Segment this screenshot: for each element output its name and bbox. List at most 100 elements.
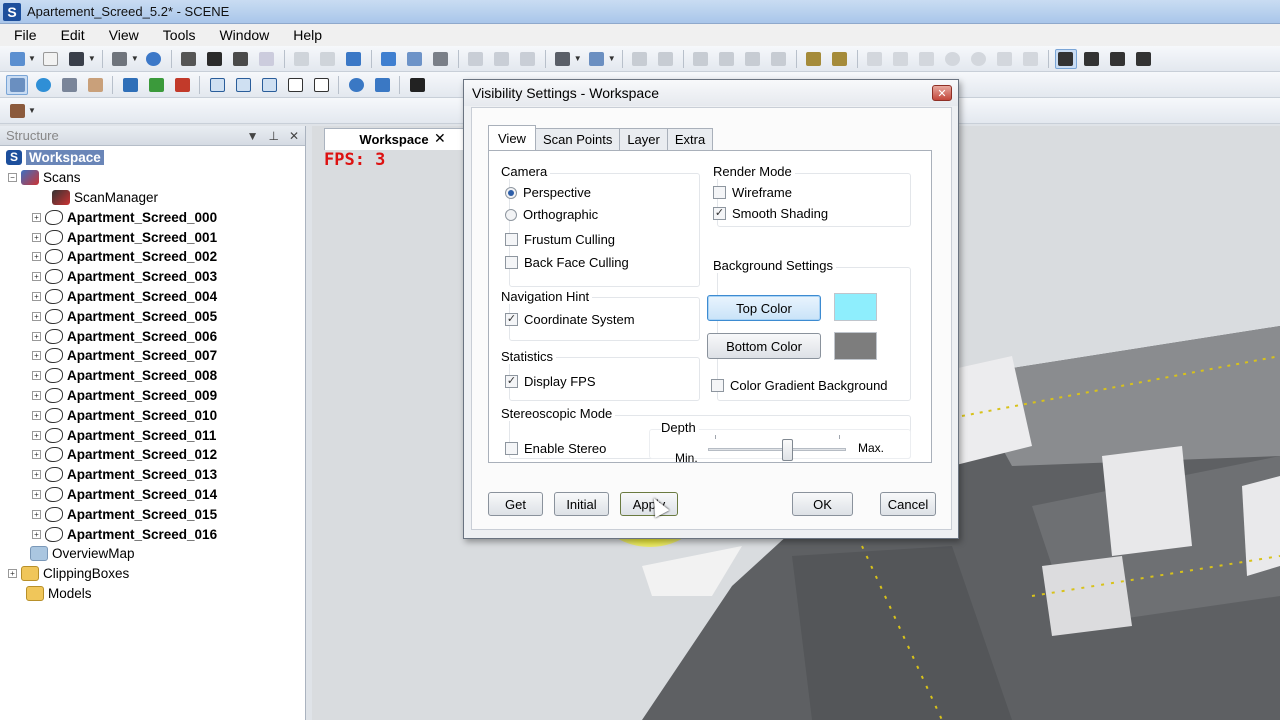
open-icon[interactable] (40, 49, 62, 69)
get-button[interactable]: Get (488, 492, 543, 516)
view-mode-icon[interactable] (552, 49, 574, 69)
frustum-culling-checkbox[interactable]: Frustum Culling (505, 232, 615, 247)
expand-icon[interactable]: + (32, 311, 41, 321)
tree-item-models[interactable]: Models (0, 584, 305, 604)
tree-item-scan[interactable]: + Apartment_Screed_007 (0, 346, 305, 366)
checkbox-icon[interactable] (713, 186, 726, 199)
properties-icon[interactable] (404, 49, 426, 69)
checkbox-icon[interactable] (505, 233, 518, 246)
settings-dropdown-icon[interactable]: ▼ (28, 106, 36, 115)
copy-icon[interactable] (291, 49, 313, 69)
depth-slider-track[interactable] (708, 448, 846, 451)
tree-item-scan[interactable]: + Apartment_Screed_015 (0, 504, 305, 524)
save-dropdown-icon[interactable]: ▼ (88, 54, 96, 63)
enable-stereo-checkbox[interactable]: Enable Stereo (505, 441, 606, 456)
grid-icon[interactable] (256, 49, 278, 69)
zoom-dropdown-icon[interactable]: ▼ (608, 54, 616, 63)
arrow-red-icon[interactable] (171, 75, 193, 95)
panel-menu-icon[interactable]: ▼ (247, 129, 259, 143)
initial-button[interactable]: Initial (554, 492, 609, 516)
list-icon[interactable] (829, 49, 851, 69)
tree-item-scan[interactable]: + Apartment_Screed_013 (0, 465, 305, 485)
bottom-color-swatch[interactable] (834, 332, 877, 360)
freehand-select-icon[interactable] (994, 49, 1016, 69)
checkbox-icon[interactable]: ✓ (713, 207, 726, 220)
fit-view-icon[interactable] (406, 75, 428, 95)
expand-icon[interactable]: + (32, 529, 41, 539)
view-top-icon[interactable] (310, 75, 332, 95)
measure-icon[interactable] (690, 49, 712, 69)
tree-item-scan[interactable]: + Apartment_Screed_010 (0, 405, 305, 425)
expand-icon[interactable]: + (32, 470, 41, 480)
walk-icon[interactable] (58, 75, 80, 95)
menu-edit[interactable]: Edit (49, 27, 97, 43)
expand-icon[interactable]: + (32, 509, 41, 519)
expand-icon[interactable]: + (32, 450, 41, 460)
checkbox-icon[interactable] (505, 256, 518, 269)
checkbox-icon[interactable] (505, 442, 518, 455)
tree-item-workspace[interactable]: S Workspace (0, 148, 305, 168)
poly-select-icon[interactable] (916, 49, 938, 69)
close-icon[interactable]: ✕ (932, 85, 952, 101)
tree-item-scan[interactable]: + Apartment_Screed_016 (0, 524, 305, 544)
panel-close-icon[interactable]: ✕ (289, 129, 299, 143)
menu-view[interactable]: View (97, 27, 151, 43)
navigate-icon[interactable] (6, 74, 28, 95)
expand-icon[interactable]: + (32, 272, 41, 282)
arrow-green-icon[interactable] (145, 75, 167, 95)
view-iso-icon[interactable] (284, 75, 306, 95)
expand-icon[interactable]: + (32, 252, 41, 262)
3d-icon[interactable] (204, 49, 226, 69)
zoom-icon[interactable] (345, 75, 367, 95)
expand-icon[interactable]: + (32, 232, 41, 242)
menu-tools[interactable]: Tools (151, 27, 208, 43)
columns-icon[interactable] (803, 49, 825, 69)
home-icon[interactable] (230, 49, 252, 69)
tree-item-scan[interactable]: + Apartment_Screed_004 (0, 287, 305, 307)
arrow-up-icon[interactable] (119, 75, 141, 95)
delete-link-icon[interactable] (517, 49, 539, 69)
collapse-icon[interactable]: − (8, 173, 17, 183)
unlink-icon[interactable] (491, 49, 513, 69)
tree-item-scan[interactable]: + Apartment_Screed_006 (0, 326, 305, 346)
paste-icon[interactable] (317, 49, 339, 69)
layout-split-icon[interactable] (1081, 49, 1103, 69)
tree-item-scan[interactable]: + Apartment_Screed_002 (0, 247, 305, 267)
globe-icon[interactable] (32, 75, 54, 95)
checkbox-icon[interactable]: ✓ (505, 375, 518, 388)
back-face-culling-checkbox[interactable]: Back Face Culling (505, 255, 629, 270)
expand-icon[interactable]: + (32, 331, 41, 341)
help-icon[interactable] (143, 49, 165, 69)
tree-item-clipping-boxes[interactable]: + ClippingBoxes (0, 564, 305, 584)
layout-float-icon[interactable] (1133, 49, 1155, 69)
rect-select-icon[interactable] (864, 49, 886, 69)
link-icon[interactable] (465, 49, 487, 69)
marker-icon[interactable] (716, 49, 738, 69)
ok-button[interactable]: OK (792, 492, 853, 516)
expand-icon[interactable]: + (32, 351, 41, 361)
expand-icon[interactable]: + (32, 212, 41, 222)
orthographic-option[interactable]: Orthographic (505, 207, 598, 222)
tree-item-scan[interactable]: + Apartment_Screed_000 (0, 207, 305, 227)
window-icon[interactable] (378, 49, 400, 69)
cancel-button[interactable]: Cancel (880, 492, 936, 516)
import-icon[interactable] (343, 49, 365, 69)
view-front-icon[interactable] (206, 75, 228, 95)
expand-icon[interactable]: + (32, 410, 41, 420)
tab-view[interactable]: View (488, 125, 536, 150)
tree-item-scan[interactable]: + Apartment_Screed_009 (0, 386, 305, 406)
panel-pin-icon[interactable]: ⊥ (268, 129, 278, 143)
save-icon[interactable] (66, 49, 88, 69)
tree-item-scan[interactable]: + Apartment_Screed_011 (0, 425, 305, 445)
checkbox-icon[interactable]: ✓ (505, 313, 518, 326)
fly-icon[interactable] (84, 75, 106, 95)
print-dropdown-icon[interactable]: ▼ (131, 54, 139, 63)
tree-item-scans[interactable]: − Scans (0, 168, 305, 188)
menu-window[interactable]: Window (207, 27, 281, 43)
expand-icon[interactable]: + (32, 489, 41, 499)
tab-scan-points[interactable]: Scan Points (534, 128, 621, 150)
scan-icon[interactable] (178, 49, 200, 69)
tree-item-scan[interactable]: + Apartment_Screed_008 (0, 366, 305, 386)
coordinate-system-checkbox[interactable]: ✓ Coordinate System (505, 312, 635, 327)
tree-item-scan[interactable]: + Apartment_Screed_003 (0, 267, 305, 287)
